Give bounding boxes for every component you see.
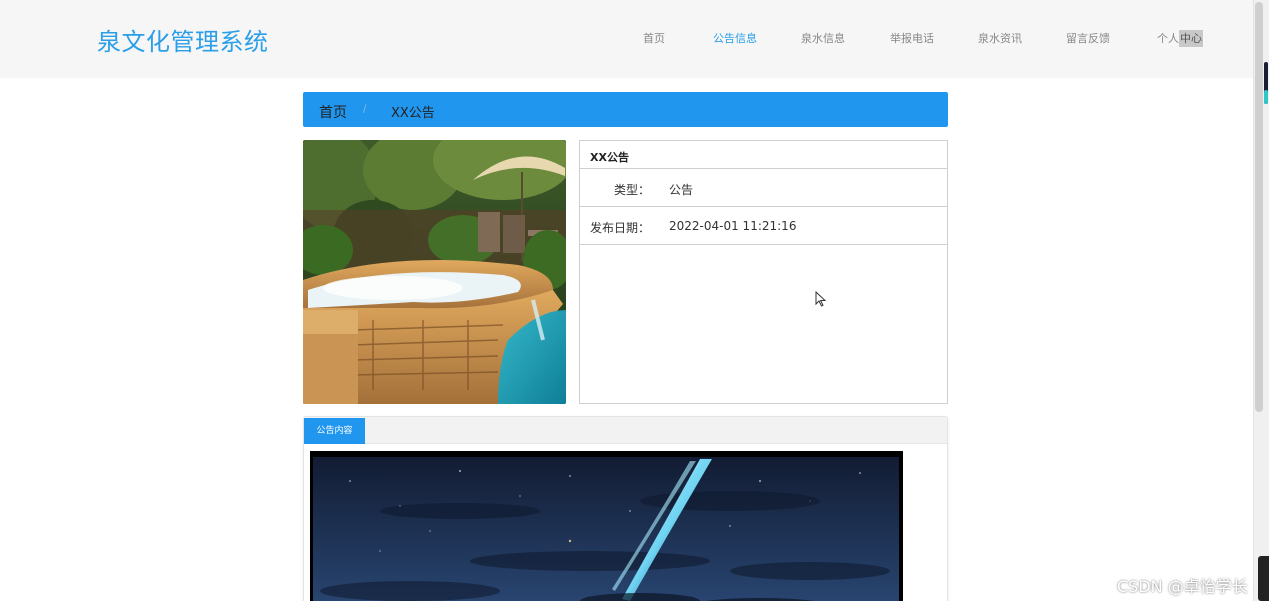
breadcrumb-home-link[interactable]: 首页 xyxy=(319,102,347,122)
nav-item-home[interactable]: 首页 xyxy=(643,30,665,46)
announcement-title: XX公告 xyxy=(580,141,947,169)
page: 泉文化管理系统 首页 公告信息 泉水信息 举报电话 泉水资讯 留言反馈 个人中心… xyxy=(0,0,1269,601)
type-label: 类型： xyxy=(613,183,650,197)
personal-center-label-a: 个人 xyxy=(1157,32,1179,45)
nav-item-feedback[interactable]: 留言反馈 xyxy=(1066,30,1110,46)
breadcrumb-current: XX公告 xyxy=(391,106,435,121)
info-row-type: 类型： 公告 xyxy=(580,169,947,207)
type-value: 公告 xyxy=(669,183,694,197)
scrollbar-marker-accent xyxy=(1264,90,1268,104)
scrollbar-thumb[interactable] xyxy=(1255,2,1263,412)
watermark-text: CSDN @卓怡学长 xyxy=(1117,577,1248,596)
date-value: 2022-04-01 11:21:16 xyxy=(669,219,797,233)
personal-center-label-b: 中心 xyxy=(1179,30,1203,47)
nav-item-announcements[interactable]: 公告信息 xyxy=(713,30,757,46)
main-nav: 首页 公告信息 泉水信息 举报电话 泉水资讯 留言反馈 个人中心 xyxy=(620,30,1220,48)
nav-item-report-phone[interactable]: 举报电话 xyxy=(890,30,934,46)
tab-announcement-content[interactable]: 公告内容 xyxy=(304,418,365,444)
nav-item-spring-news[interactable]: 泉水资讯 xyxy=(978,30,1022,46)
info-row-date: 发布日期： 2022-04-01 11:21:16 xyxy=(580,207,947,245)
vertical-scrollbar[interactable] xyxy=(1253,0,1269,601)
nav-item-springs[interactable]: 泉水信息 xyxy=(801,30,845,46)
top-header: 泉文化管理系统 首页 公告信息 泉水信息 举报电话 泉水资讯 留言反馈 个人中心 xyxy=(0,0,1253,78)
nav-item-personal-center[interactable]: 个人中心 xyxy=(1157,30,1203,47)
mouse-cursor-icon xyxy=(815,291,827,307)
content-image xyxy=(310,451,903,601)
announcement-content-section: 公告内容 xyxy=(303,416,948,601)
scrollbar-bottom-handle xyxy=(1258,556,1269,601)
announcement-info-panel: XX公告 类型： 公告 发布日期： 2022-04-01 11:21:16 xyxy=(579,140,948,404)
breadcrumb: 首页 / XX公告 xyxy=(303,92,948,127)
breadcrumb-separator: / xyxy=(363,102,367,116)
site-logo[interactable]: 泉文化管理系统 xyxy=(97,22,269,57)
content-tab-bar: 公告内容 xyxy=(304,417,947,444)
announcement-image xyxy=(303,140,566,404)
date-label: 发布日期： xyxy=(589,221,650,235)
